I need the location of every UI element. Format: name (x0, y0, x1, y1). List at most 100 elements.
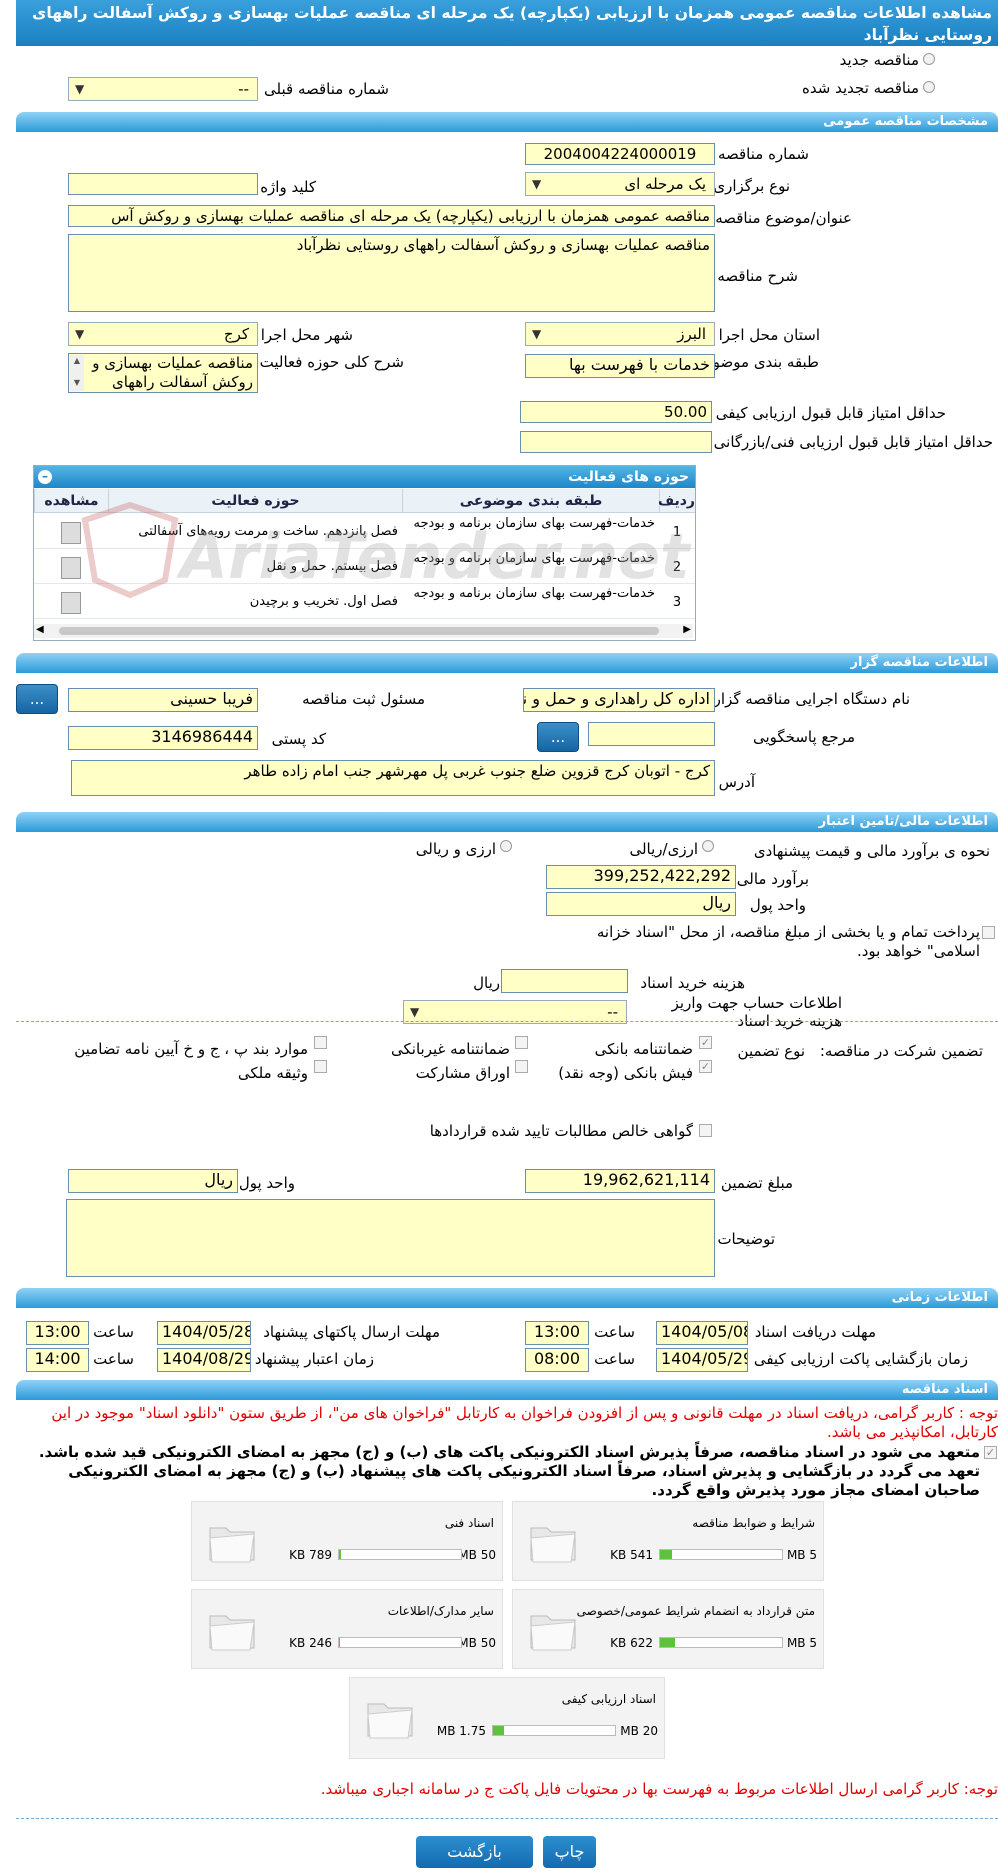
min-quality-label: حداقل امتیاز قابل قبول ارزیابی کیفی (715, 404, 946, 422)
property-guarantee-checkbox (314, 1060, 327, 1073)
open-time-label: ساعت (594, 1350, 635, 1368)
row-3-field: فصل اول. تخریب و برچیدن (108, 584, 402, 619)
row-1-index: 1 (659, 514, 695, 549)
tender-number-field[interactable]: 2004004224000019 (525, 143, 715, 165)
registrar-field[interactable]: فریبا حسینی (68, 688, 258, 712)
folder-icon (209, 1527, 255, 1563)
description-label: شرح مناقصه (717, 267, 798, 285)
print-button[interactable]: چاپ (543, 1836, 596, 1868)
agency-field[interactable]: اداره کل راهداری و حمل و نقل (523, 688, 715, 712)
items-guarantee-label: موارد بند پ ، ج و خ آیین نامه تضامین (74, 1040, 308, 1058)
responder-field[interactable] (588, 722, 715, 746)
guarantee-amount-field[interactable]: 19,962,621,114 (525, 1169, 715, 1193)
notes-field[interactable] (66, 1199, 715, 1277)
new-tender-radio[interactable] (923, 53, 935, 65)
responder-lookup-button[interactable]: ... (537, 722, 579, 752)
doc-4-size: 246 KB (289, 1636, 332, 1650)
doc-2-max: 50 MB (458, 1548, 496, 1562)
subject-field[interactable]: مناقصه عمومی همزمان با ارزیابی (یکپارچه)… (68, 205, 715, 227)
doc-3-size: 622 KB (610, 1636, 653, 1650)
prev-number-select[interactable]: -- ▼ (68, 77, 258, 101)
divider (16, 1021, 998, 1022)
receive-time-field[interactable]: 13:00 (525, 1321, 589, 1345)
postal-field[interactable]: 3146986444 (68, 726, 258, 750)
chevron-down-icon: ▼ (75, 327, 85, 341)
scrollbar[interactable]: ▲ ▼ (70, 355, 84, 391)
commit-checkbox: ✓ (984, 1446, 997, 1459)
back-button[interactable]: بازگشت (416, 1836, 533, 1868)
open-label: زمان بازگشایی پاکت ارزیابی کیفی (753, 1350, 968, 1368)
activities-grid: حوزه های فعالیت – ردیف طبقه بندی موضوعی … (33, 465, 696, 641)
doc-5-progress (492, 1725, 616, 1736)
row-2-category: خدمات-فهرست بهای سازمان برنامه و بودجه (402, 549, 659, 584)
bank-guarantee-checkbox: ✓ (699, 1036, 712, 1049)
valid-date-field[interactable]: 1404/08/29 (157, 1348, 251, 1372)
row-1-view-icon[interactable] (34, 514, 108, 549)
currency-label: واحد پول (749, 896, 806, 914)
doc-1-max: 5 MB (786, 1548, 817, 1562)
col-category: طبقه بندی موضوعی (402, 489, 659, 513)
treasury-checkbox[interactable] (982, 926, 995, 939)
renewed-tender-radio[interactable] (923, 81, 935, 93)
address-field[interactable]: کرج - اتوبان کرج قزوین ضلع جنوب غربی پل … (71, 760, 715, 796)
claims-guarantee-label: گواهی خالص مطالبات تایید شده قراردادها (429, 1122, 693, 1140)
open-time-field[interactable]: 08:00 (525, 1348, 589, 1372)
valid-label: زمان اعتبار پیشنهاد (254, 1350, 374, 1368)
bank-guarantee-label: ضمانتنامه بانکی (594, 1040, 693, 1058)
address-label: آدرس (718, 773, 755, 791)
row-2-field: فصل بیستم. حمل و نقل (108, 549, 402, 584)
row-2-view-icon[interactable] (34, 549, 108, 584)
doc-fee-field[interactable] (501, 969, 628, 993)
min-quality-field[interactable]: 50.00 (520, 401, 712, 423)
row-1-field: فصل پانزدهم. ساخت و مرمت رویه‌های آسفالت… (108, 514, 402, 549)
open-date-field[interactable]: 1404/05/29 (656, 1348, 748, 1372)
min-tech-field[interactable] (520, 431, 712, 453)
category-field[interactable]: خدمات با فهرست بها (525, 354, 715, 378)
submit-time-field[interactable]: 13:00 (26, 1321, 89, 1345)
guarantee-amount-label: مبلغ تضمین (720, 1174, 793, 1192)
doc-tile-4[interactable]: سایر مدارک/اطلاعات 50 MB 246 KB (191, 1589, 503, 1669)
scope-value: مناقصه عملیات بهسازی و روکش آسفالت راهها… (92, 354, 253, 391)
doc-4-name: سایر مدارک/اطلاعات (387, 1604, 494, 1618)
section-organizer: اطلاعات مناقصه گزار (16, 653, 998, 673)
fx-radio[interactable] (500, 840, 512, 852)
province-value: البرز (677, 325, 706, 343)
collapse-icon[interactable]: – (38, 470, 52, 484)
doc-tile-1[interactable]: شرایط و ضوابط مناقصه 5 MB 541 KB (512, 1501, 824, 1581)
notes-label: توضیحات (717, 1230, 775, 1248)
province-select[interactable]: البرز ▼ (525, 322, 715, 346)
description-field[interactable]: مناقصه عملیات بهسازی و روکش آسفالت راهها… (68, 234, 715, 312)
doc-5-name: اسناد ارزیابی کیفی (561, 1692, 656, 1706)
submit-date-field[interactable]: 1404/05/28 (157, 1321, 251, 1345)
postal-label: کد پستی (271, 730, 326, 748)
doc-tile-3[interactable]: متن قرارداد به انضمام شرایط عمومی/خصوصی … (512, 1589, 824, 1669)
guarantee-currency-field[interactable]: ریال (68, 1169, 238, 1193)
scope-field[interactable]: مناقصه عملیات بهسازی و روکش آسفالت راهها… (68, 353, 258, 393)
doc-1-progress (659, 1549, 783, 1560)
section-general: مشخصات مناقصه عمومی (16, 112, 998, 132)
chevron-down-icon: ▼ (410, 1005, 420, 1019)
rial-radio[interactable] (702, 840, 714, 852)
valid-time-field[interactable]: 14:00 (26, 1348, 89, 1372)
doc-tile-5[interactable]: اسناد ارزیابی کیفی 20 MB 1.75 MB (349, 1677, 665, 1759)
type-select[interactable]: یک مرحله ای ▼ (525, 172, 715, 196)
submit-time-label: ساعت (93, 1323, 134, 1341)
registrar-lookup-button[interactable]: ... (16, 684, 58, 714)
property-guarantee-label: وثیقه ملکی (237, 1064, 308, 1082)
currency-field[interactable]: ریال (546, 892, 736, 916)
keyword-field[interactable] (68, 173, 258, 195)
rial-option-label: ارزی/ریالی (629, 840, 698, 858)
receive-date-field[interactable]: 1404/05/08 (656, 1321, 748, 1345)
city-select[interactable]: کرج ▼ (68, 322, 258, 346)
doc-3-max: 5 MB (786, 1636, 817, 1650)
submit-label: مهلت ارسال پاکتهای پیشنهاد (263, 1323, 440, 1341)
min-tech-label: حداقل امتیاز قابل قبول ارزیابی فنی/بازرگ… (713, 433, 993, 451)
estimate-field[interactable]: 399,252,422,292 (546, 865, 736, 889)
horizontal-scrollbar[interactable]: ◀ ▶ (34, 624, 693, 638)
claims-guarantee-checkbox (699, 1124, 712, 1137)
doc-tile-2[interactable]: اسناد فنی 50 MB 789 KB (191, 1501, 503, 1581)
doc-2-name: اسناد فنی (444, 1516, 494, 1530)
guarantee-currency-label: واحد پول (238, 1174, 295, 1192)
row-3-view-icon[interactable] (34, 584, 108, 619)
doc-5-size: 1.75 MB (436, 1724, 486, 1738)
